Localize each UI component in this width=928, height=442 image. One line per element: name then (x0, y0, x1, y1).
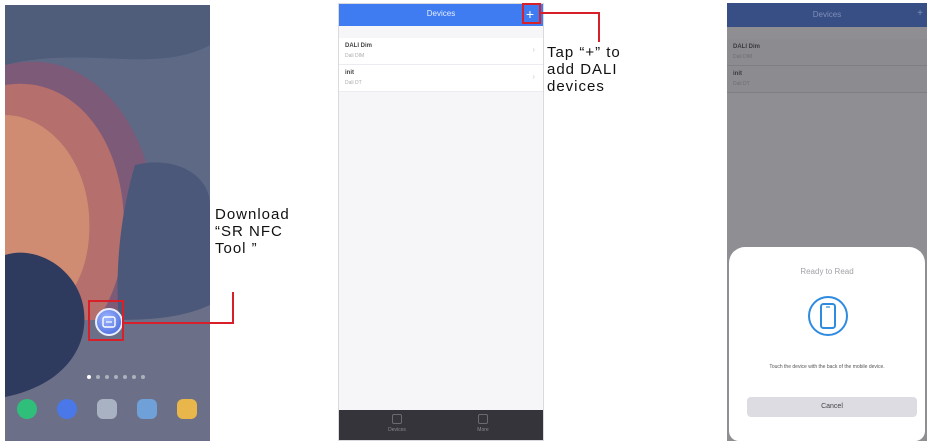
sheet-message: Touch the device with the back of the mo… (769, 364, 885, 370)
page-indicator (87, 375, 145, 379)
app-icon-highlight (88, 300, 124, 341)
add-device-button[interactable]: + (917, 8, 923, 19)
tab-label: Devices (388, 427, 406, 433)
app-header: Devices + (727, 3, 927, 27)
browser-icon[interactable] (57, 399, 77, 419)
sheet-title: Ready to Read (800, 267, 854, 276)
device-type: Dali DT (345, 80, 362, 86)
app-dock (17, 399, 197, 419)
device-type: Dali DIM (733, 54, 753, 60)
tab-more[interactable]: More (463, 414, 503, 433)
plus-button-highlight (522, 3, 541, 24)
bottom-tab-bar: Devices More (339, 410, 543, 440)
device-name: init (733, 71, 742, 77)
callout-line (124, 322, 234, 324)
device-row[interactable]: DALI Dim Dali DIM › (339, 38, 543, 65)
device-type: Dali DIM (345, 53, 365, 59)
cancel-button[interactable]: Cancel (747, 397, 917, 417)
callout-line (598, 12, 600, 42)
devices-screen: Devices + DALI Dim Dali DIM › init Dali … (338, 3, 544, 441)
tap-plus-note: Tap “+” to add DALI devices (547, 44, 621, 95)
chevron-right-icon: › (532, 72, 535, 81)
nfc-bottom-sheet: Ready to Read Touch the device with the … (729, 247, 925, 441)
more-icon (478, 414, 488, 424)
device-name: DALI Dim (345, 43, 372, 49)
notes-icon[interactable] (177, 399, 197, 419)
device-row[interactable]: init Dali DT (727, 66, 927, 93)
chevron-right-icon: › (532, 45, 535, 54)
device-type: Dali DT (733, 81, 750, 87)
device-row[interactable]: init Dali DT › (339, 65, 543, 92)
device-name: init (345, 70, 354, 76)
callout-line (232, 292, 234, 324)
home-screen (5, 5, 210, 441)
phone-scan-icon (808, 296, 848, 336)
page-title: Devices (812, 10, 842, 19)
tab-label: More (477, 427, 489, 433)
download-note: Download “SR NFC Tool ” (215, 206, 290, 257)
device-name: DALI Dim (733, 44, 760, 50)
nfc-read-screen: Devices + DALI Dim Dali DIM init Dali DT… (727, 3, 927, 441)
callout-line (541, 12, 600, 14)
tab-devices[interactable]: Devices (377, 414, 417, 433)
gallery-icon[interactable] (137, 399, 157, 419)
page-title: Devices (426, 9, 456, 18)
messages-icon[interactable] (17, 399, 37, 419)
camera-icon[interactable] (97, 399, 117, 419)
devices-icon (392, 414, 402, 424)
app-header: Devices + (339, 4, 543, 26)
device-row[interactable]: DALI Dim Dali DIM (727, 39, 927, 66)
